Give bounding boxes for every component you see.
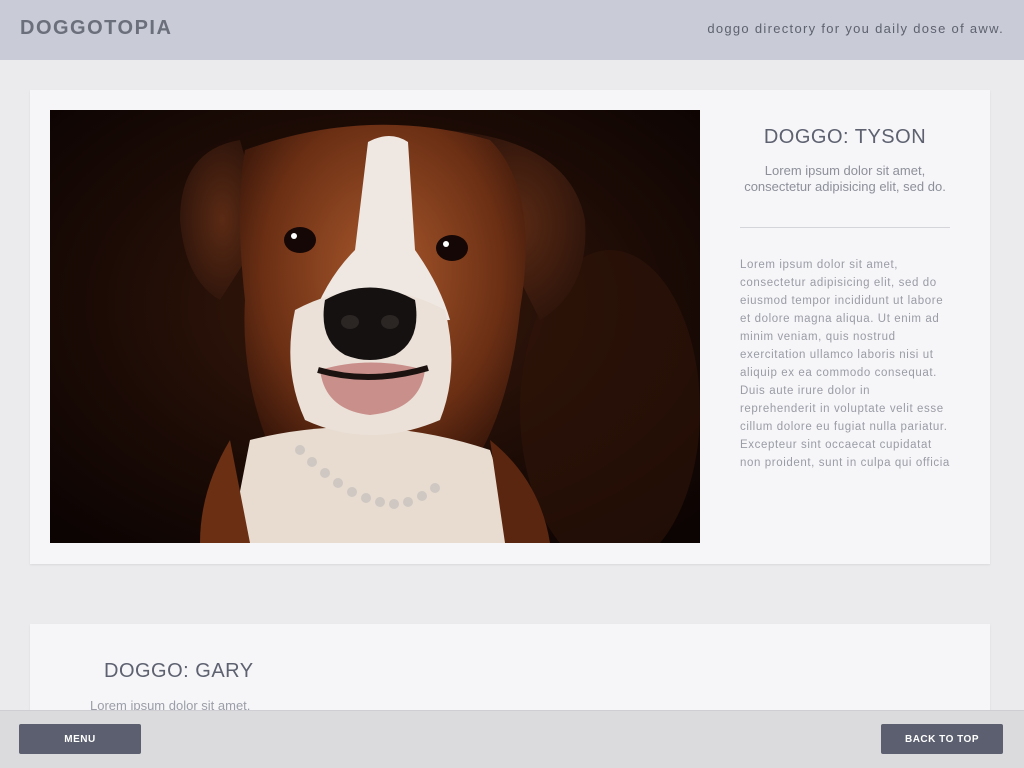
footer-bar: MENU BACK TO TOP bbox=[0, 710, 1024, 768]
divider bbox=[740, 227, 950, 228]
dog-photo-image bbox=[50, 110, 700, 543]
site-header: DOGGOTOPIA doggo directory for you daily… bbox=[0, 0, 1024, 60]
dog-title: DOGGO: TYSON bbox=[763, 126, 927, 148]
dog-description: Lorem ipsum dolor sit amet, consectetur … bbox=[740, 259, 950, 469]
dog-summary: Lorem ipsum dolor sit amet, consectetur … bbox=[744, 163, 946, 194]
dog-info: DOGGO: TYSON Lorem ipsum dolor sit amet,… bbox=[740, 90, 950, 472]
back-to-top-button[interactable]: BACK TO TOP bbox=[881, 724, 1003, 754]
site-tagline: doggo directory for you daily dose of aw… bbox=[707, 21, 1004, 36]
dog-card: DOGGO: TYSON Lorem ipsum dolor sit amet,… bbox=[30, 90, 990, 564]
site-logo[interactable]: DOGGOTOPIA bbox=[20, 17, 172, 40]
dog-photo bbox=[50, 110, 700, 543]
dog-title: DOGGO: GARY bbox=[104, 660, 254, 682]
menu-button[interactable]: MENU bbox=[19, 724, 141, 754]
